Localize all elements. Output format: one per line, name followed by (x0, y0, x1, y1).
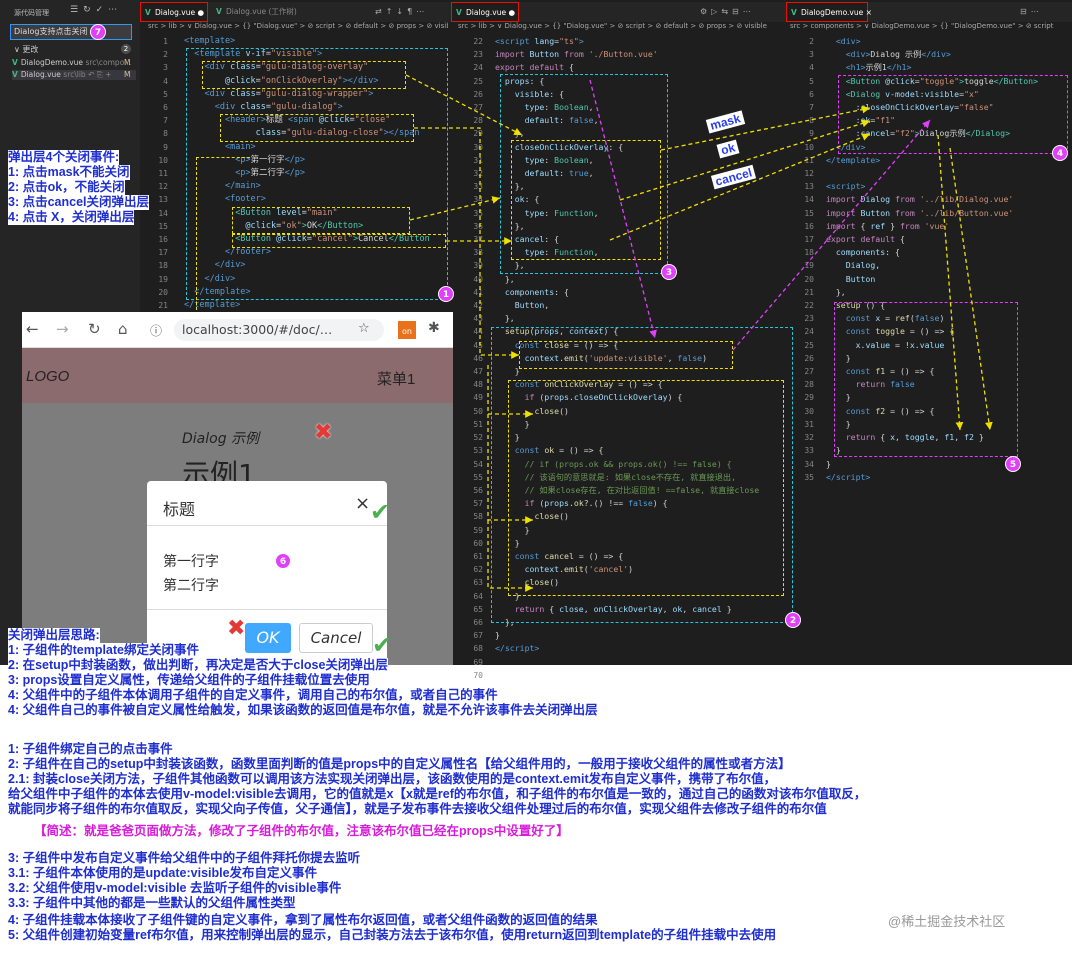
demo-subtitle: Dialog 示例 (182, 431, 260, 447)
explain-summary: 【简述：就是爸爸页面做方法，修改了子组件的布尔值，注意该布尔值已经在props中… (34, 824, 569, 838)
extension-icon[interactable]: on (398, 321, 416, 339)
close-events-notes: 弹出层4个关闭事件: 1: 点击mask不能关闭 2: 点击ok，不能关闭 3:… (8, 150, 150, 225)
dialog-divider (147, 609, 387, 610)
site-viewport: LOGO 菜单1 Dialog 示例 示例1 ✖ 标题 × 第一行字 第二行字 … (22, 348, 453, 671)
badge-5: 5 (1005, 456, 1021, 472)
close-event-item: 1: 点击mask不能关闭 (8, 165, 130, 180)
badge-4: 4 (1052, 145, 1068, 161)
close-works-check-icon: ✔ (370, 498, 391, 526)
browser-window: ← → ↻ ⌂ ⓘ localhost:3000/#/doc/… ☆ on ✱ … (22, 312, 453, 671)
site-info-icon[interactable]: ⓘ (150, 322, 162, 339)
bookmark-star-icon[interactable]: ☆ (358, 321, 370, 336)
explain-line: 就能同步将子组件的布尔值取反，实现父向子传值，父子通信】，就是子发布事件去接收父… (8, 802, 827, 816)
badge-3: 3 (661, 264, 677, 280)
close-events-title: 弹出层4个关闭事件: (8, 150, 120, 165)
close-ideas-notes: 关闭弹出层思路: 1: 子组件的template绑定关闭事件 2: 在setup… (8, 628, 598, 718)
dialog-close-icon[interactable]: × (355, 493, 370, 514)
explain-line: 1: 子组件绑定自己的点击事件 (8, 742, 173, 756)
arrow-ok-to-prop (409, 196, 501, 221)
arrow-cancel-prop (609, 133, 871, 241)
arrow-visible-prop (589, 79, 657, 339)
close-event-item: 3: 点击cancel关闭弹出层 (8, 195, 150, 210)
arrow-f2 (949, 147, 993, 431)
home-icon[interactable]: ⌂ (118, 320, 128, 338)
arrow-mask-prop (660, 105, 871, 151)
explain-line: 3.2: 父组件使用v-model:visible 去监听子组件的visible… (8, 881, 342, 895)
explain-line: 2: 子组件在自己的setup中封装该函数，函数里面判断的值是props中的自定… (8, 757, 791, 771)
address-bar[interactable]: localhost:3000/#/doc/… (174, 319, 384, 341)
explain-line: 3: 子组件中发布自定义事件给父组件中的子组件拜托你提去监听 (8, 851, 361, 865)
badge-1: 1 (438, 286, 454, 302)
close-event-item: 4: 点击 X，关闭弹出层 (8, 210, 135, 225)
close-idea-item: 1: 子组件的template绑定关闭事件 (8, 643, 199, 658)
site-logo[interactable]: LOGO (26, 368, 69, 385)
mask-no-close-mark-icon: ✖ (314, 420, 333, 445)
dialog-line-1: 第一行字 (163, 554, 219, 570)
site-menu-item[interactable]: 菜单1 (377, 368, 415, 389)
extensions-puzzle-icon[interactable]: ✱ (428, 320, 440, 336)
explain-line: 3.3: 子组件中其他的都是一些默认的父组件属性类型 (8, 896, 296, 910)
close-idea-item: 2: 在setup中封装函数，做出判断，再决定是否大于close关闭弹出层 (8, 658, 388, 673)
badge-7: 7 (90, 24, 106, 40)
reload-icon[interactable]: ↻ (88, 320, 101, 338)
badge-2: 2 (785, 612, 801, 628)
back-icon[interactable]: ← (26, 320, 39, 338)
arrow-ok-close (487, 414, 533, 524)
forward-icon[interactable]: → (56, 320, 69, 338)
explain-line: 2.1: 封装close关闭方法，子组件其他函数可以调用该方法实现关闭弹出层，该… (8, 772, 777, 786)
dialog-divider (147, 525, 387, 526)
watermark: @稀土掘金技术社区 (888, 914, 1006, 929)
arrow-cancel-close (487, 520, 533, 592)
close-idea-item: 4: 父组件中的子组件本体调用子组件的自定义事件，调用自己的布尔值，或者自己的事… (8, 688, 498, 703)
close-ideas-title: 关闭弹出层思路: (8, 628, 100, 643)
explain-line: 3.1: 子组件本体使用的是update:visible发布自定义事件 (8, 866, 318, 880)
site-topnav: LOGO 菜单1 (22, 348, 453, 403)
dialog-title: 标题 (163, 500, 196, 519)
dialog-line-2: 第二行字 (163, 578, 219, 594)
browser-toolbar: ← → ↻ ⌂ ⓘ localhost:3000/#/doc/… ☆ on ✱ (22, 312, 453, 348)
arrow-overlay-to-prop (405, 74, 523, 136)
arrow-overlay-close (487, 365, 533, 418)
badge-6: 6 (275, 553, 291, 569)
arrow-f1 (937, 134, 964, 431)
explain-line: 给父组件中子组件的本体去使用v-model:visible去调用，它的值就是x【… (8, 787, 867, 801)
close-event-item: 2: 点击ok，不能关闭 (8, 180, 125, 195)
explain-line: 5: 父组件创建初始变量ref布尔值，用来控制弹出层的显示，自己封装方法去于该布… (8, 928, 777, 942)
explain-line: 4: 子组件挂载本体接收了子组件键的自定义事件，拿到了属性布尔返回值，或者父组件… (8, 913, 598, 927)
close-idea-item: 4: 父组件自己的事件被自定义属性给触发，如果该函数的返回值是布尔值，就是不允许… (8, 703, 598, 718)
close-idea-item: 3: props设置自定义属性，传递给父组件的子组件挂载位置去使用 (8, 673, 370, 688)
